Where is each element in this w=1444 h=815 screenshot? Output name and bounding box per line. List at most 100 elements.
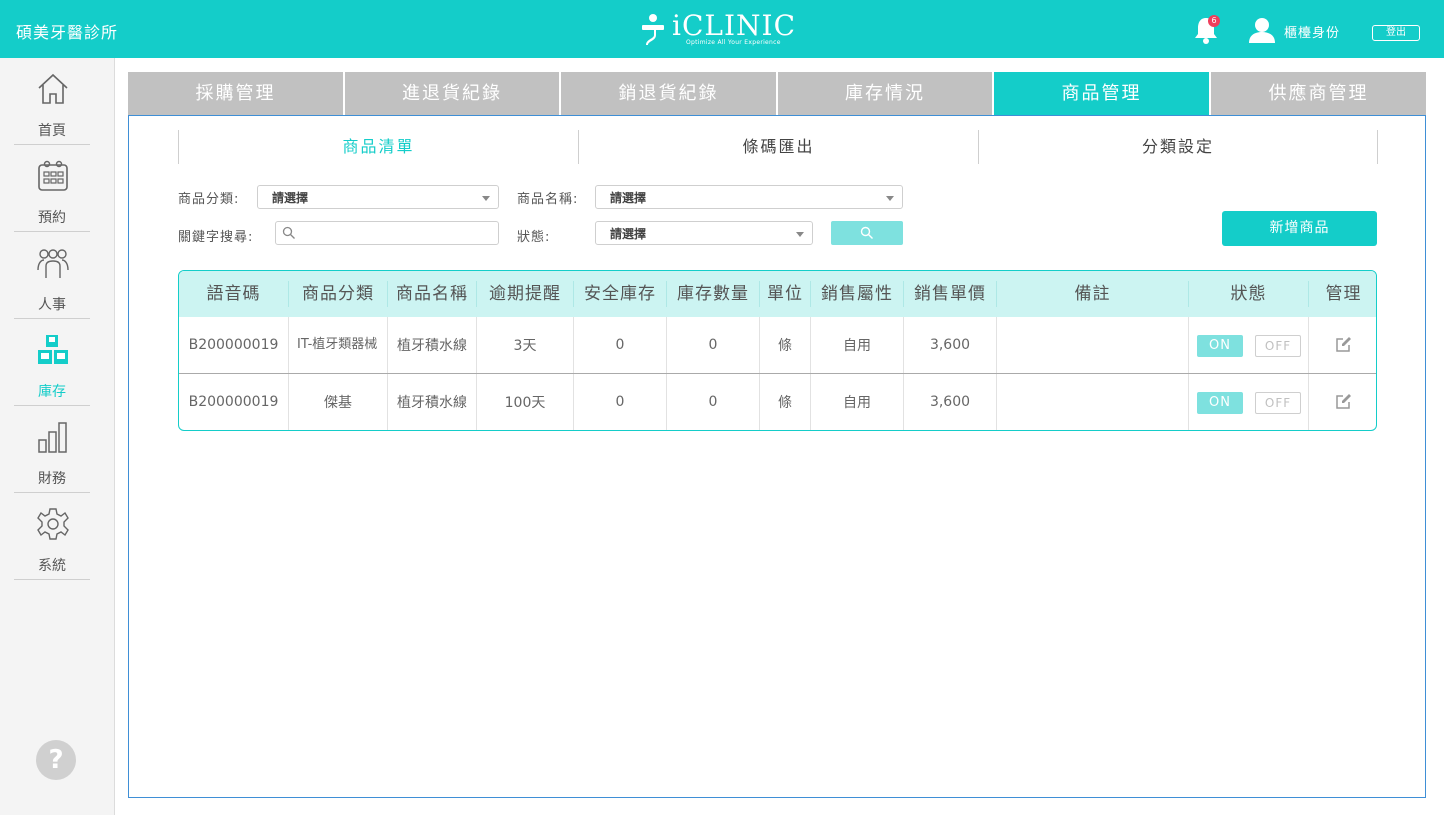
search-icon	[282, 226, 295, 239]
column-header: 備註	[1074, 284, 1111, 304]
column-header: 庫存數量	[677, 284, 749, 304]
keyword-search-label: 關鍵字搜尋:	[178, 230, 254, 245]
iclinic-logo: iCLINIC Optimize All Your Experience	[640, 10, 796, 50]
product-name-select[interactable]: 請選擇	[595, 185, 903, 209]
logout-button[interactable]: 登出	[1372, 25, 1420, 41]
search-button[interactable]	[831, 221, 903, 245]
sidebar: 首頁 預約 人事 庫存 財務 系統 ?	[0, 58, 115, 815]
cell-name: 植牙積水線	[388, 317, 477, 373]
status-off-button[interactable]: OFF	[1255, 392, 1301, 414]
cell-code: B200000019	[179, 317, 289, 373]
cell-sale-type: 自用	[811, 317, 904, 373]
cell-category: IT-植牙類器械	[289, 317, 388, 373]
cell-unit: 條	[760, 374, 811, 430]
table-row: B200000019 傑基 植牙積水線 100天 0 0 條 自用 3,600 …	[179, 374, 1376, 430]
cell-status: ON OFF	[1189, 317, 1309, 373]
cell-price: 3,600	[904, 317, 997, 373]
cell-expiry: 3天	[477, 317, 574, 373]
column-header: 語音碼	[206, 284, 261, 304]
people-icon	[37, 249, 69, 278]
logo-slogan: Optimize All Your Experience	[686, 39, 781, 46]
column-header: 管理	[1325, 284, 1362, 304]
sidebar-item-inventory[interactable]: 庫存	[14, 319, 90, 406]
sidebar-item-label: 人事	[38, 297, 66, 313]
status-off-button[interactable]: OFF	[1255, 335, 1301, 357]
category-select[interactable]: 請選擇	[257, 185, 499, 209]
product-name-filter-label: 商品名稱:	[517, 192, 579, 207]
help-button[interactable]: ?	[36, 740, 76, 780]
cell-stock: 0	[667, 374, 760, 430]
column-header: 銷售單價	[914, 284, 986, 304]
cell-code: B200000019	[179, 374, 289, 430]
cell-manage	[1309, 374, 1376, 430]
column-header: 銷售屬性	[821, 284, 893, 304]
column-header: 狀態	[1230, 284, 1267, 304]
cell-manage	[1309, 317, 1376, 373]
sidebar-item-home[interactable]: 首頁	[14, 58, 90, 145]
cell-status: ON OFF	[1189, 374, 1309, 430]
column-header: 商品名稱	[396, 284, 468, 304]
table-header: 語音碼 商品分類 商品名稱 逾期提醒 安全庫存 庫存數量 單位 銷售屬性 銷售單…	[179, 271, 1376, 317]
status-filter-label: 狀態:	[517, 230, 551, 245]
cell-note	[997, 317, 1189, 373]
column-header: 商品分類	[302, 284, 374, 304]
chevron-down-icon	[482, 196, 490, 201]
user-icon[interactable]	[1248, 17, 1276, 43]
status-on-button[interactable]: ON	[1197, 392, 1243, 414]
subtab-barcode-export[interactable]: 條碼匯出	[579, 130, 978, 164]
sidebar-item-label: 財務	[38, 471, 66, 487]
calendar-icon	[38, 160, 68, 191]
cell-unit: 條	[760, 317, 811, 373]
sidebar-item-label: 系統	[38, 558, 66, 574]
category-select-value: 請選擇	[272, 191, 309, 205]
column-header: 逾期提醒	[489, 284, 561, 304]
home-icon	[38, 73, 68, 104]
cell-safe-stock: 0	[574, 374, 667, 430]
cell-note	[997, 374, 1189, 430]
cell-name: 植牙積水線	[388, 374, 477, 430]
product-name-select-value: 請選擇	[610, 191, 647, 205]
add-product-button[interactable]: 新增商品	[1222, 211, 1377, 246]
search-icon	[860, 226, 873, 239]
logo-wordmark: iCLINIC	[672, 9, 797, 42]
sidebar-item-hr[interactable]: 人事	[14, 232, 90, 319]
main-tabs: 採購管理 進退貨紀錄 銷退貨紀錄 庫存情況 商品管理 供應商管理	[128, 72, 1426, 116]
cell-sale-type: 自用	[811, 374, 904, 430]
tab-supplier-management[interactable]: 供應商管理	[1211, 72, 1426, 116]
bar-chart-icon	[38, 422, 67, 453]
tab-purchase[interactable]: 採購管理	[128, 72, 343, 116]
cell-expiry: 100天	[477, 374, 574, 430]
sidebar-item-system[interactable]: 系統	[14, 493, 90, 580]
chevron-down-icon	[886, 196, 894, 201]
sidebar-item-booking[interactable]: 預約	[14, 145, 90, 232]
sidebar-item-label: 庫存	[38, 384, 66, 400]
cell-category: 傑基	[289, 374, 388, 430]
subtab-category-settings[interactable]: 分類設定	[979, 130, 1377, 164]
cell-safe-stock: 0	[574, 317, 667, 373]
inventory-icon	[38, 335, 68, 364]
column-header: 單位	[767, 284, 803, 304]
tab-stock-status[interactable]: 庫存情況	[778, 72, 992, 116]
status-select-value: 請選擇	[610, 227, 647, 241]
edit-icon[interactable]	[1334, 336, 1352, 354]
column-header: 安全庫存	[584, 284, 656, 304]
tab-goods-return[interactable]: 進退貨紀錄	[345, 72, 559, 116]
tooth-plus-icon	[642, 14, 664, 45]
gear-icon	[37, 508, 69, 540]
tab-product-management[interactable]: 商品管理	[994, 72, 1209, 116]
status-on-button[interactable]: ON	[1197, 335, 1243, 357]
subtab-product-list[interactable]: 商品清單	[179, 130, 578, 164]
keyword-search-input[interactable]	[275, 221, 499, 245]
category-filter-label: 商品分類:	[178, 192, 240, 207]
edit-icon[interactable]	[1334, 393, 1352, 411]
tab-sales-return[interactable]: 銷退貨紀錄	[561, 72, 776, 116]
sidebar-item-finance[interactable]: 財務	[14, 406, 90, 493]
divider	[1377, 130, 1378, 164]
status-select[interactable]: 請選擇	[595, 221, 813, 245]
chevron-down-icon	[796, 232, 804, 237]
notification-badge: 6	[1208, 15, 1220, 27]
sidebar-item-label: 首頁	[38, 123, 66, 139]
clinic-name: 碩美牙醫診所	[16, 23, 119, 42]
top-header: 碩美牙醫診所 iCLINIC Optimize All Your Experie…	[0, 0, 1444, 58]
user-role[interactable]: 櫃檯身份	[1284, 22, 1340, 41]
